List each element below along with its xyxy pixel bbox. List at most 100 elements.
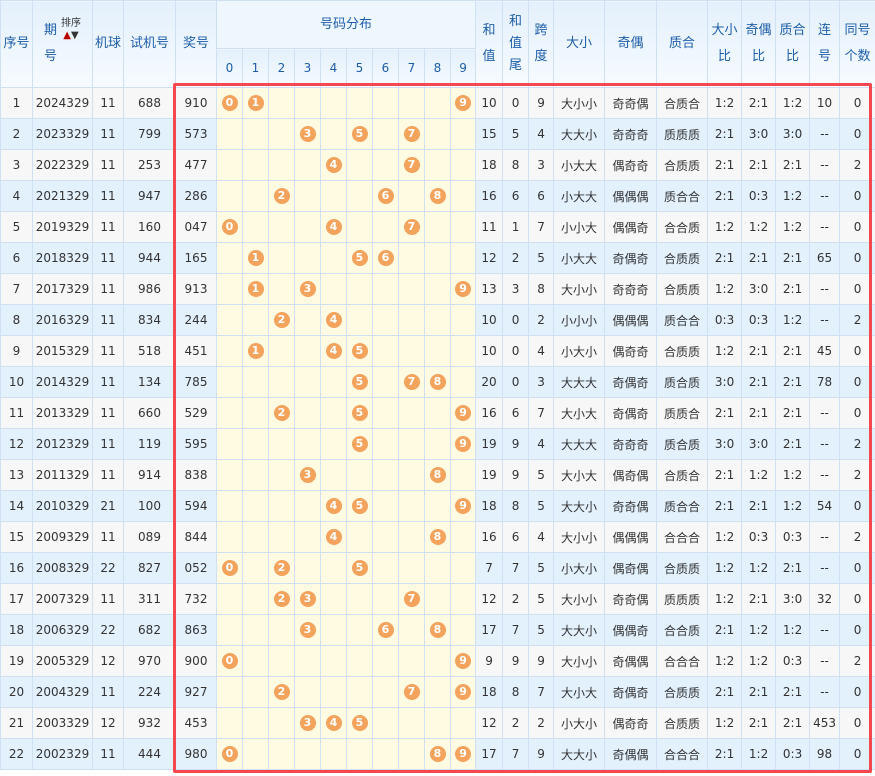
cell-sum-tail: 6	[502, 521, 530, 553]
cell-odd-even-ratio: 1:2	[741, 211, 777, 243]
cell-big-small: 大小小	[553, 645, 606, 677]
cell-ball: 21	[92, 490, 124, 522]
cell-seq: 7	[0, 273, 33, 305]
table-row: 12 2012329 11 119 595 5 9 19 9 4 大大大 奇奇奇 质合质 3:0 3:0 2:…	[0, 428, 875, 460]
cell-same-count: 2	[839, 459, 875, 491]
cell-span: 9	[528, 87, 555, 119]
digit-cell-2: 2	[268, 552, 295, 584]
digit-cell-2: 2	[268, 397, 295, 429]
cell-prime-composite: 合合合	[656, 645, 709, 677]
cell-sum-tail: 9	[502, 645, 530, 677]
digit-cell-3	[294, 335, 321, 367]
digit-cell-0: 0	[216, 211, 243, 243]
cell-span: 4	[528, 428, 555, 460]
digit-cell-6	[372, 428, 399, 460]
cell-big-small-ratio: 2:1	[707, 118, 743, 150]
cell-big-small-ratio: 1:2	[707, 211, 743, 243]
digit-cell-6	[372, 87, 399, 119]
cell-sum-tail: 7	[502, 552, 530, 584]
header-prime-composite: 质合	[656, 0, 709, 88]
cell-sum-tail: 2	[502, 583, 530, 615]
sort-desc-icon[interactable]: ▼	[71, 30, 79, 41]
digit-cell-8	[424, 87, 451, 119]
digit-cell-8	[424, 552, 451, 584]
cell-span: 5	[528, 583, 555, 615]
cell-big-small-ratio: 2:1	[707, 397, 743, 429]
digit-cell-6	[372, 459, 399, 491]
number-ball: 2	[273, 560, 290, 576]
cell-period: 2014329	[32, 366, 93, 398]
table-row: 11 2013329 11 660 529 2 5 9 16 6 7 大小大 奇偶奇 质质合 2:1 2:1 2…	[0, 397, 875, 429]
cell-odd-even-ratio: 0:3	[741, 304, 777, 336]
cell-big-small: 小大小	[553, 707, 606, 739]
cell-test-number: 827	[123, 552, 176, 584]
cell-odd-even: 偶奇奇	[604, 707, 658, 739]
cell-prime-ratio: 2:1	[775, 676, 811, 708]
cell-ball: 11	[92, 211, 124, 243]
digit-cell-7	[398, 304, 425, 336]
cell-odd-even-ratio: 2:1	[741, 242, 777, 274]
digit-cell-9	[449, 180, 477, 212]
cell-odd-even-ratio: 3:0	[741, 428, 777, 460]
cell-big-small: 大小大	[553, 397, 606, 429]
digit-cell-6	[372, 211, 399, 243]
cell-prime-ratio: 2:1	[775, 273, 811, 305]
cell-seq: 2	[0, 118, 33, 150]
sort-toggle[interactable]: 排序 ▲▼	[61, 18, 81, 42]
cell-ball: 11	[92, 87, 124, 119]
number-ball: 2	[273, 405, 290, 421]
number-ball: 4	[325, 219, 342, 235]
number-ball: 0	[221, 653, 238, 669]
number-ball: 3	[299, 622, 316, 638]
cell-odd-even-ratio: 3:0	[741, 118, 777, 150]
cell-prize-number: 785	[175, 366, 217, 398]
digit-cell-2	[268, 149, 295, 181]
cell-prime-ratio: 1:2	[775, 304, 811, 336]
digit-cell-9: 9	[449, 738, 477, 770]
sort-asc-icon[interactable]: ▲	[63, 30, 71, 41]
cell-prize-number: 913	[175, 273, 217, 305]
cell-odd-even-ratio: 1:2	[741, 459, 777, 491]
table-row: 18 2006329 22 682 863 3 6 8 17 7 5 大大小 偶偶奇 合合质 2:1 1:2 1…	[0, 614, 875, 646]
cell-ball: 12	[92, 707, 124, 739]
cell-prime-ratio: 2:1	[775, 242, 811, 274]
digit-cell-6	[372, 149, 399, 181]
cell-prime-composite: 合质质	[656, 707, 709, 739]
digit-cell-7	[398, 335, 425, 367]
number-ball: 7	[403, 591, 420, 607]
digit-cell-4	[320, 397, 347, 429]
cell-big-small: 大大大	[553, 366, 606, 398]
cell-sum: 10	[475, 335, 504, 367]
number-ball: 4	[325, 529, 342, 545]
cell-big-small-ratio: 2:1	[707, 459, 743, 491]
number-ball: 5	[351, 715, 368, 731]
cell-period: 2015329	[32, 335, 93, 367]
digit-cell-3: 3	[294, 614, 321, 646]
cell-test-number: 444	[123, 738, 176, 770]
cell-sum: 18	[475, 149, 504, 181]
cell-ball: 11	[92, 273, 124, 305]
digit-cell-3	[294, 149, 321, 181]
cell-prime-composite: 合质合	[656, 87, 709, 119]
digit-cell-8	[424, 242, 451, 274]
header-consecutive: 连 号	[809, 0, 841, 88]
digit-cell-5: 5	[346, 366, 373, 398]
digit-cell-3	[294, 676, 321, 708]
cell-sum: 18	[475, 676, 504, 708]
number-ball: 5	[351, 126, 368, 142]
cell-prime-ratio: 1:2	[775, 459, 811, 491]
table-row: 2 2023329 11 799 573 3 5 7 15 5 4 大大小 奇奇奇 质质质 2:1 3:0 3:…	[0, 118, 875, 150]
digit-cell-8	[424, 211, 451, 243]
digit-cell-5	[346, 521, 373, 553]
digit-cell-8: 8	[424, 738, 451, 770]
digit-cell-4: 4	[320, 304, 347, 336]
cell-sum: 15	[475, 118, 504, 150]
digit-cell-9	[449, 211, 477, 243]
digit-cell-6	[372, 707, 399, 739]
digit-cell-7	[398, 397, 425, 429]
cell-odd-even: 奇奇偶	[604, 583, 658, 615]
cell-span: 2	[528, 304, 555, 336]
number-ball: 4	[325, 157, 342, 173]
number-ball: 9	[455, 653, 472, 669]
cell-sum-tail: 2	[502, 707, 530, 739]
